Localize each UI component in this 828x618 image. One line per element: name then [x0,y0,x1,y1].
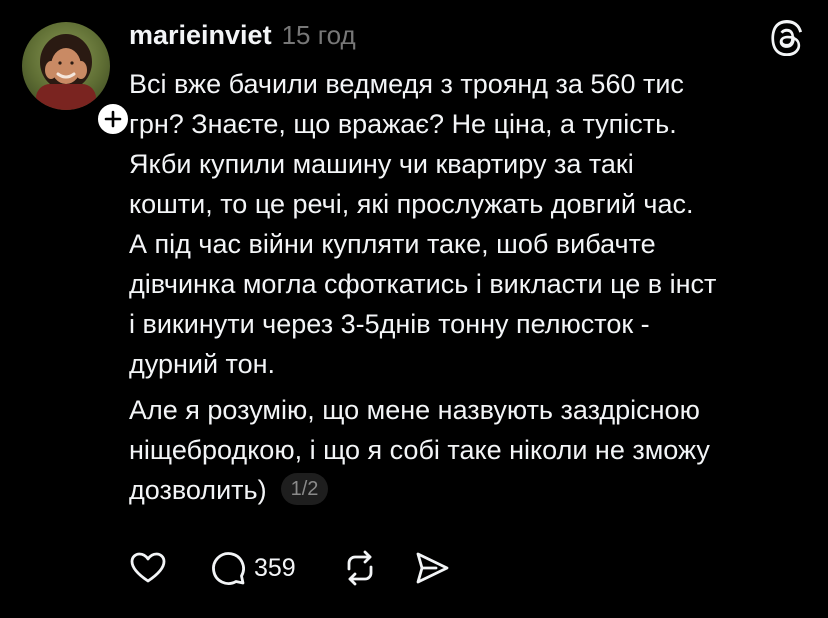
share-button[interactable] [412,548,452,588]
comment-icon [212,552,245,585]
repost-button[interactable] [340,548,380,588]
text-line: кошти, то це речі, які прослужать довгий… [129,189,694,219]
threads-logo-icon[interactable] [769,20,805,57]
text-line: ніщебродкою, і що я собі таке ніколи не … [129,435,710,465]
text-line: Всі вже бачили ведмедя з троянд за 560 т… [129,69,684,99]
avatar[interactable] [22,22,110,110]
text-line: грн? Знаєте, що вражає? Не ціна, а тупіс… [129,109,677,139]
post-header: marieinviet 15 год [129,20,356,60]
text-line: Якби купили машину чи квартиру за такі [129,149,634,179]
reply-count: 359 [254,553,296,582]
text-line: Але я розумію, що мене назвують заздрісн… [129,395,700,425]
thread-post: marieinviet 15 год Всі вже бачили ведмед… [0,0,828,618]
username[interactable]: marieinviet [129,20,272,51]
heart-icon [130,552,166,583]
text-line: і викинути через 3-5днів тонну пелюсток … [129,309,650,339]
action-bar: 359 [128,548,452,588]
timestamp: 15 год [281,20,356,50]
text-line: дурний тон. [129,349,276,379]
follow-button[interactable] [94,100,132,138]
reply-button[interactable]: 359 [208,548,296,588]
avatar-container [22,22,132,138]
send-icon [416,552,449,584]
post-text: Всі вже бачили ведмедя з троянд за 560 т… [129,64,809,510]
like-button[interactable] [128,548,168,588]
text-line: дівчинка могла сфоткатись і викласти це … [129,269,717,299]
text-line-last: дозволить) 1/2 [129,470,809,510]
plus-icon [104,110,122,128]
repost-icon [347,550,373,586]
text-line-content: дозволить) [129,475,267,505]
page-indicator-badge: 1/2 [280,472,329,505]
text-line: А під час війни купляти таке, шоб вибачт… [129,229,656,259]
